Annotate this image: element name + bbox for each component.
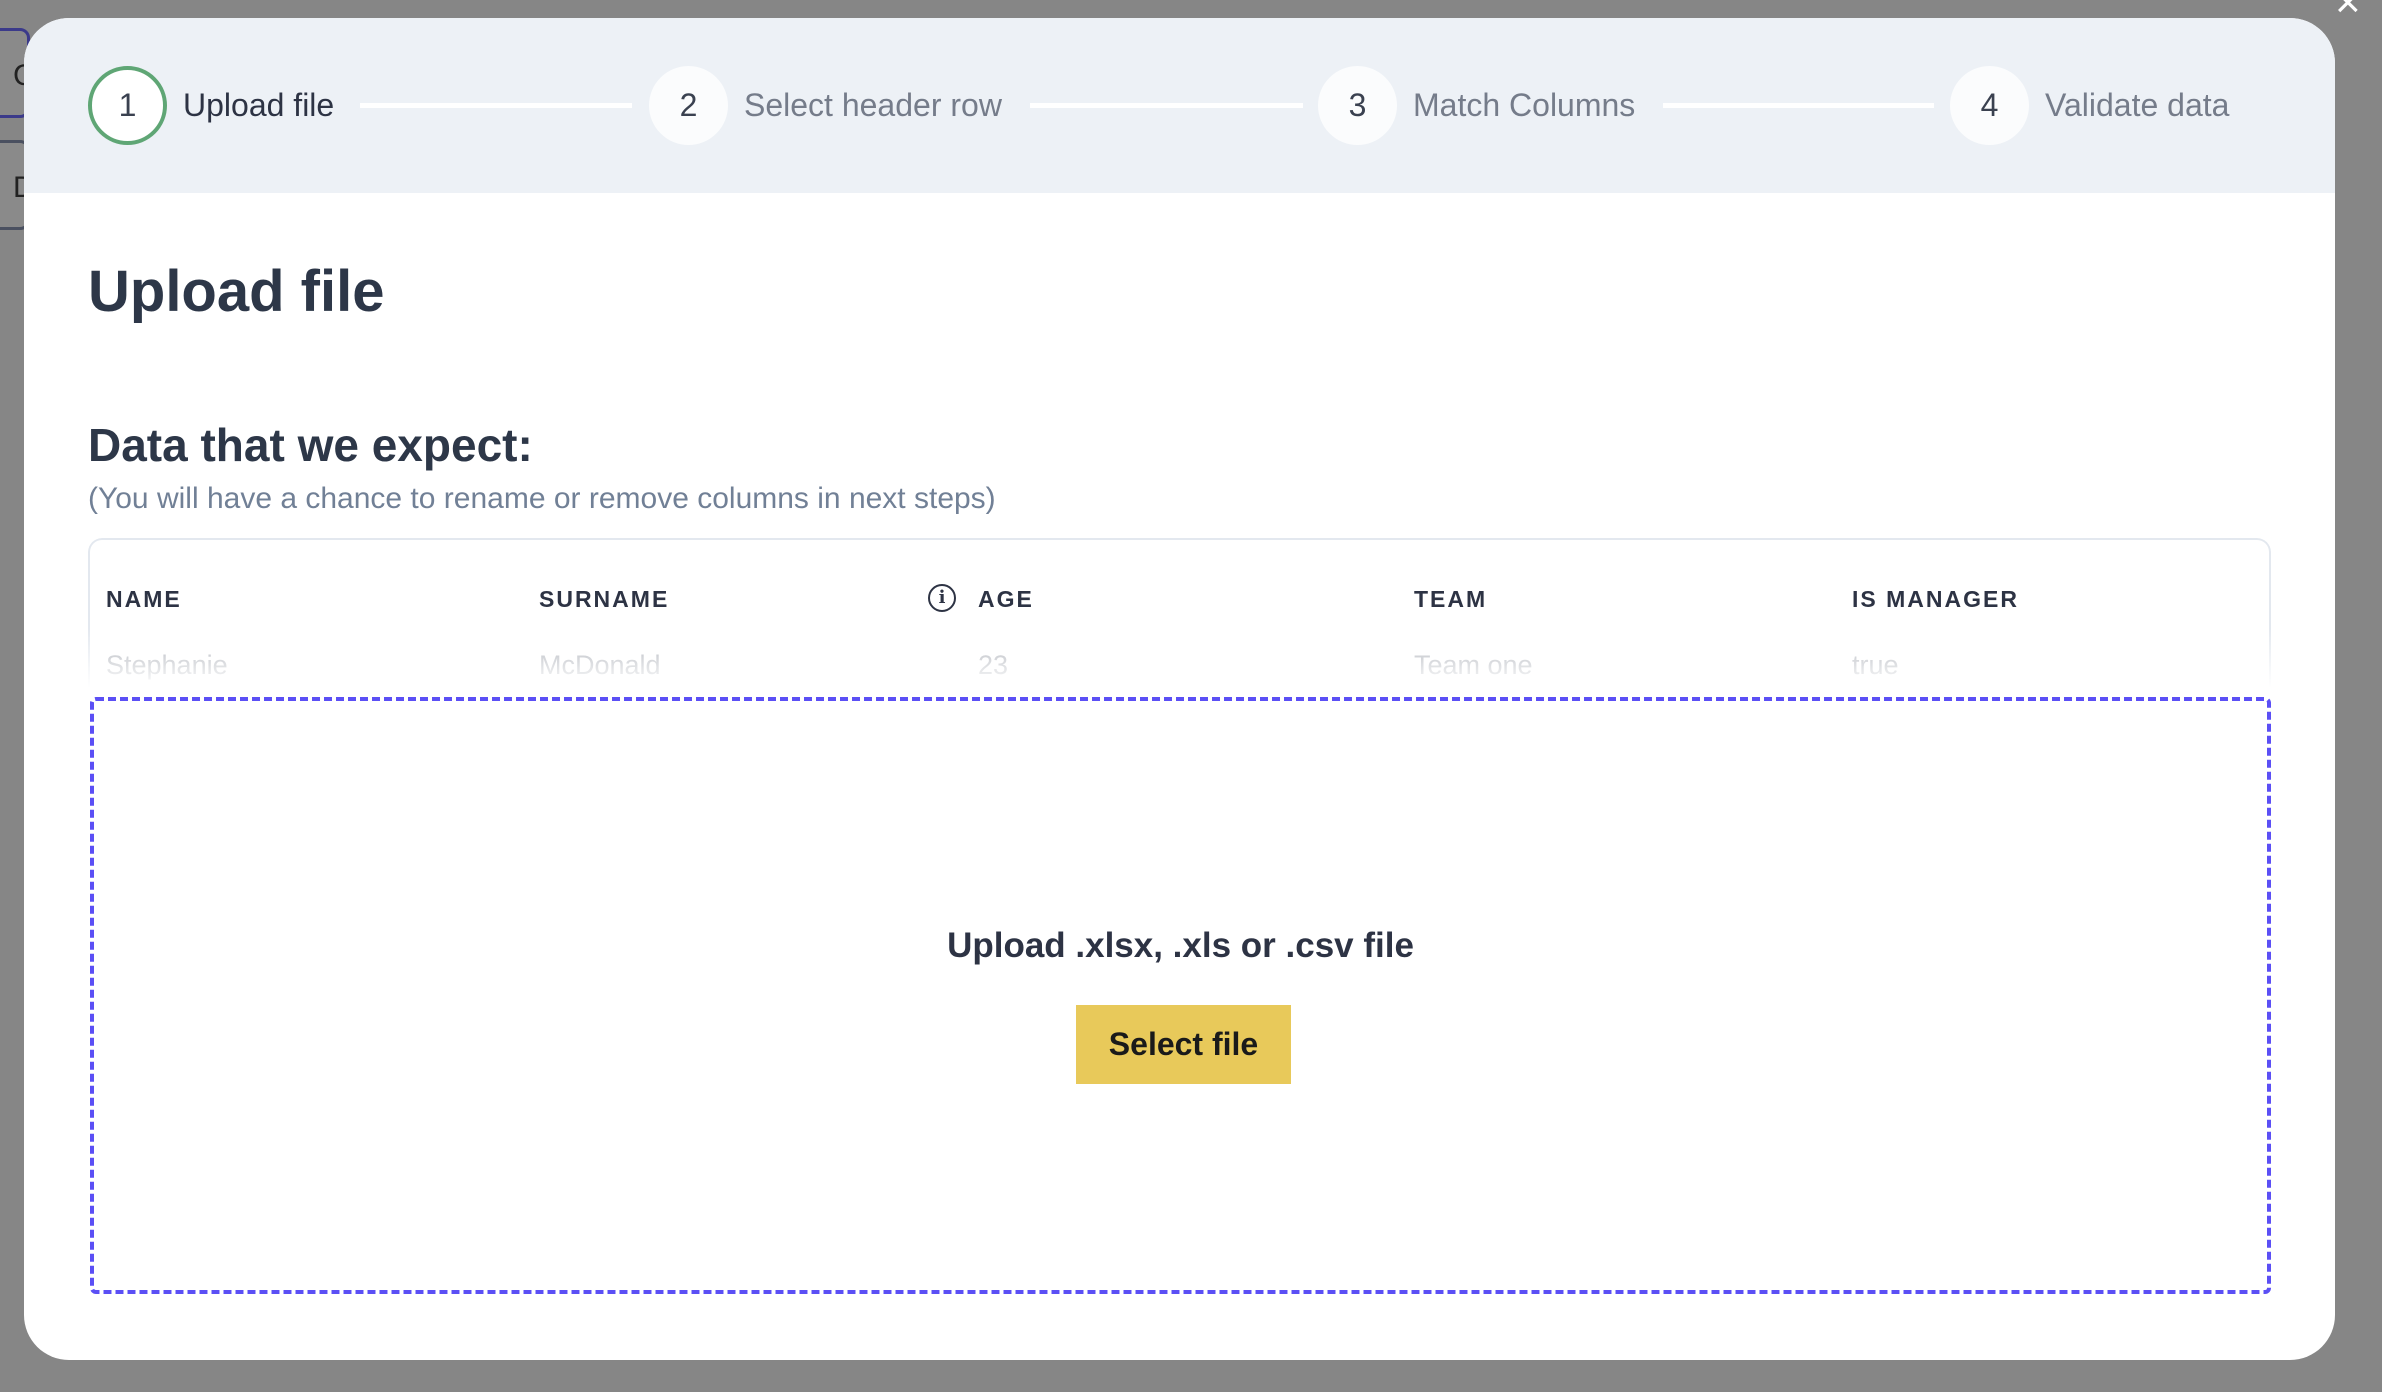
example-cell: true: [1852, 650, 1899, 680]
step-label: Validate data: [2045, 87, 2230, 123]
step-number: 1: [88, 66, 167, 145]
column-header: IS MANAGER: [1852, 586, 2019, 612]
example-cell: Team one: [1414, 650, 1533, 680]
expected-columns-table: NAME SURNAME i AGE TEAM IS MANAGER Steph…: [88, 538, 2271, 688]
step-number: 4: [1950, 66, 2029, 145]
step-upload-file: 1 Upload file: [88, 66, 334, 145]
info-icon[interactable]: i: [928, 584, 956, 612]
file-dropzone[interactable]: Upload .xlsx, .xls or .csv file Select f…: [90, 697, 2271, 1294]
page-title: Upload file: [88, 259, 385, 324]
example-cell: McDonald: [539, 650, 661, 680]
close-icon[interactable]: ×: [2335, 0, 2361, 28]
column-header: TEAM: [1414, 586, 1488, 612]
step-label: Match Columns: [1413, 87, 1636, 123]
step-connector: [360, 103, 632, 108]
step-validate-data: 4 Validate data: [1950, 66, 2229, 145]
step-connector: [1663, 103, 1934, 108]
dropzone-text: Upload .xlsx, .xls or .csv file: [947, 926, 1414, 965]
stepper: 1 Upload file 2 Select header row 3 Matc…: [24, 18, 2335, 193]
column-header: AGE: [978, 586, 1034, 612]
select-file-button[interactable]: Select file: [1076, 1005, 1291, 1084]
step-label: Upload file: [183, 87, 335, 123]
step-select-header-row: 2 Select header row: [649, 66, 1002, 145]
column-header: NAME: [106, 586, 182, 612]
upload-modal: 1 Upload file 2 Select header row 3 Matc…: [24, 18, 2335, 1360]
step-number: 2: [649, 66, 728, 145]
step-connector: [1030, 103, 1303, 108]
step-number: 3: [1318, 66, 1397, 145]
step-match-columns: 3 Match Columns: [1318, 66, 1635, 145]
expect-subtitle: (You will have a chance to rename or rem…: [88, 482, 996, 515]
column-header: SURNAME: [539, 586, 670, 612]
expect-heading: Data that we expect:: [88, 419, 533, 471]
example-cell: 23: [978, 650, 1009, 680]
step-label: Select header row: [744, 87, 1002, 123]
example-cell: Stephanie: [106, 650, 228, 680]
